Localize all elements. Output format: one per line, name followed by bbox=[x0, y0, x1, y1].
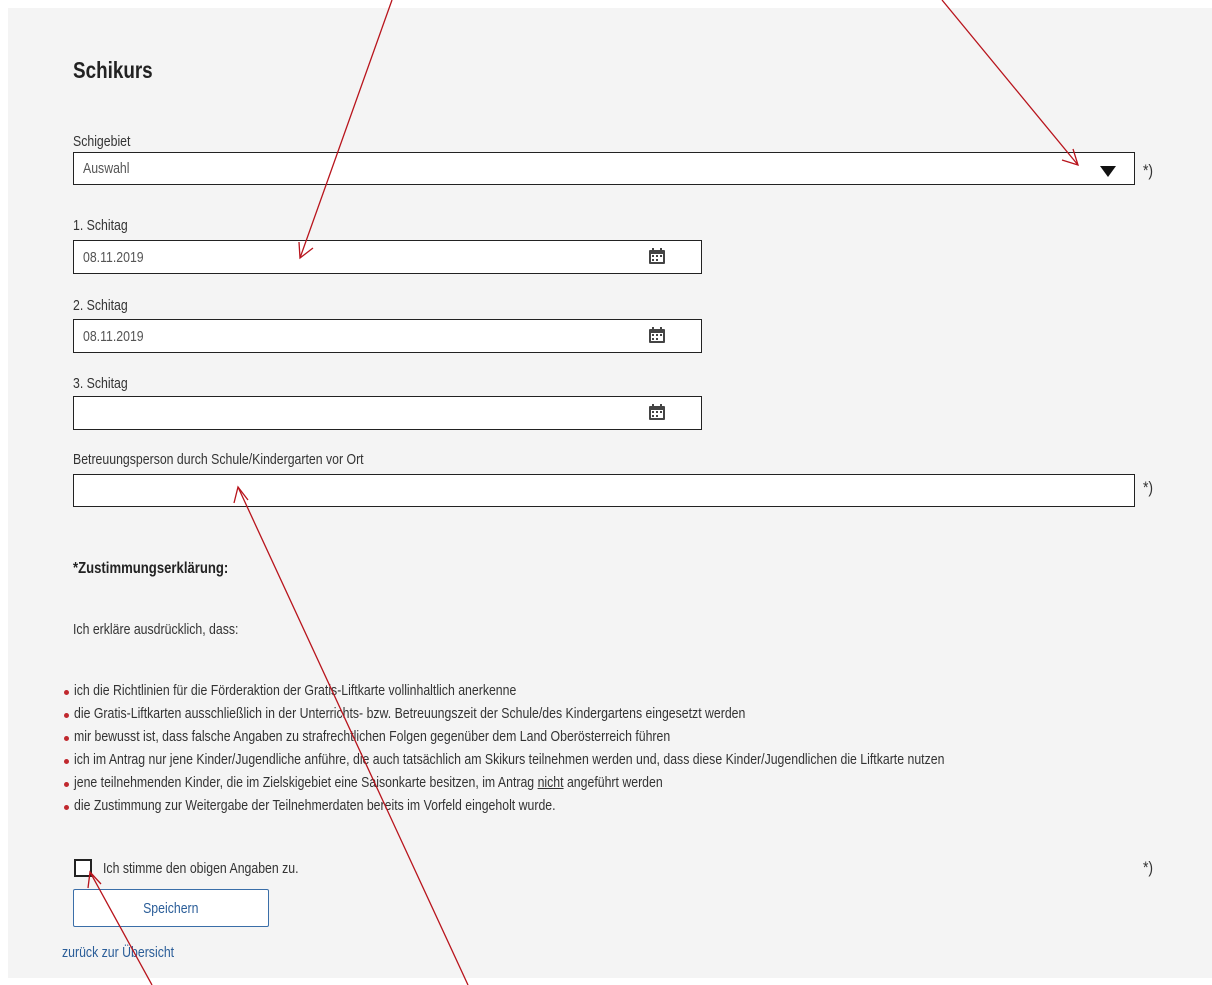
consent-checkbox[interactable] bbox=[74, 859, 92, 877]
day2-date-input[interactable]: 08.11.2019 bbox=[73, 319, 702, 353]
bullet bbox=[64, 690, 69, 695]
skiarea-label: Schigebiet bbox=[73, 133, 131, 150]
day1-label: 1. Schitag bbox=[73, 217, 128, 234]
consent-item: die Gratis-Liftkarten ausschließlich in … bbox=[74, 705, 746, 722]
back-to-overview-link[interactable]: zurück zur Übersicht bbox=[62, 944, 174, 961]
save-button[interactable]: Speichern bbox=[73, 889, 269, 927]
required-marker-supervisor: *) bbox=[1143, 478, 1154, 497]
supervisor-input[interactable] bbox=[73, 474, 1135, 507]
calendar-icon[interactable] bbox=[648, 404, 666, 421]
bullet bbox=[64, 759, 69, 764]
day3-label: 3. Schitag bbox=[73, 375, 128, 392]
consent-intro: Ich erkläre ausdrücklich, dass: bbox=[73, 621, 239, 638]
calendar-icon[interactable] bbox=[648, 248, 666, 265]
consent-item: ich im Antrag nur jene Kinder/Jugendlich… bbox=[74, 751, 945, 768]
consent-item: mir bewusst ist, dass falsche Angaben zu… bbox=[74, 728, 671, 745]
required-marker-consent: *) bbox=[1143, 858, 1154, 877]
calendar-icon[interactable] bbox=[648, 327, 666, 344]
bullet bbox=[64, 736, 69, 741]
consent-heading: *Zustimmungserklärung: bbox=[73, 560, 229, 577]
bullet bbox=[64, 782, 69, 787]
skiarea-selected-value: Auswahl bbox=[83, 160, 130, 177]
bullet bbox=[64, 713, 69, 718]
day1-value: 08.11.2019 bbox=[83, 249, 144, 266]
dropdown-button[interactable] bbox=[1094, 153, 1124, 184]
day3-date-input[interactable] bbox=[73, 396, 702, 430]
required-marker-skiarea: *) bbox=[1143, 161, 1154, 180]
consent-item: die Zustimmung zur Weitergabe der Teilne… bbox=[74, 797, 556, 814]
save-button-label: Speichern bbox=[143, 899, 199, 917]
consent-item-emphasis: nicht bbox=[537, 774, 564, 791]
skiarea-select[interactable]: Auswahl bbox=[73, 152, 1135, 185]
bullet bbox=[64, 805, 69, 810]
day1-date-input[interactable]: 08.11.2019 bbox=[73, 240, 702, 274]
consent-item-text: jene teilnehmenden Kinder, die im Zielsk… bbox=[74, 774, 538, 791]
day2-label: 2. Schitag bbox=[73, 297, 128, 314]
caret-down-icon bbox=[1100, 166, 1116, 177]
consent-item: jene teilnehmenden Kinder, die im Zielsk… bbox=[74, 774, 663, 791]
page-title: Schikurs bbox=[73, 57, 153, 83]
consent-item-text: angeführt werden bbox=[563, 774, 663, 791]
supervisor-label: Betreuungsperson durch Schule/Kindergart… bbox=[73, 451, 364, 468]
consent-checkbox-label: Ich stimme den obigen Angaben zu. bbox=[103, 860, 299, 877]
day2-value: 08.11.2019 bbox=[83, 328, 144, 345]
consent-item: ich die Richtlinien für die Förderaktion… bbox=[74, 682, 517, 699]
